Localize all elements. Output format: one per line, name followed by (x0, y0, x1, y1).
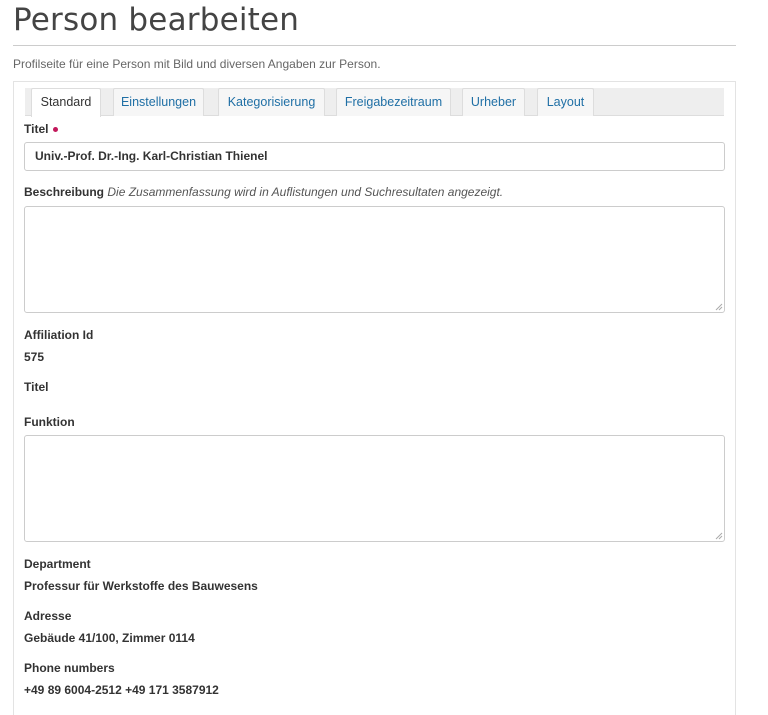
resize-grip-icon[interactable] (715, 303, 723, 311)
tab-bar: Standard Einstellungen Kategorisierung F… (25, 88, 724, 117)
titel2-label: Titel (24, 380, 49, 394)
beschreibung-label-text: Beschreibung (24, 185, 105, 199)
titel-label-text: Titel (24, 122, 49, 136)
required-indicator (53, 127, 59, 132)
page-title: Person bearbeiten (13, 2, 300, 38)
tab-einstellungen[interactable]: Einstellungen (113, 88, 204, 116)
tab-urheber[interactable]: Urheber (462, 88, 525, 116)
department-value: Professur für Werkstoffe des Bauwesens (24, 579, 258, 593)
tab-standard[interactable]: Standard (31, 88, 101, 117)
titel-input[interactable]: Univ.-Prof. Dr.-Ing. Karl-Christian Thie… (24, 142, 725, 171)
tab-kategorisierung[interactable]: Kategorisierung (218, 88, 325, 116)
funktion-label: Funktion (24, 415, 75, 429)
adresse-label: Adresse (24, 609, 72, 623)
beschreibung-textarea[interactable] (24, 206, 725, 313)
page-description: Profilseite für eine Person mit Bild und… (13, 57, 381, 71)
tab-freigabezeitraum[interactable]: Freigabezeitraum (336, 88, 451, 116)
tab-layout[interactable]: Layout (537, 88, 594, 116)
beschreibung-hint: Die Zusammenfassung wird in Auflistungen… (107, 185, 504, 199)
resize-grip-icon[interactable] (715, 532, 723, 540)
funktion-textarea[interactable] (24, 435, 725, 542)
edit-panel: Standard Einstellungen Kategorisierung F… (13, 81, 736, 715)
affiliation-label: Affiliation Id (24, 328, 94, 342)
affiliation-value: 575 (24, 350, 45, 364)
department-label: Department (24, 557, 91, 571)
beschreibung-label: Beschreibung Die Zusammenfassung wird in… (24, 185, 503, 199)
phone-value: +49 89 6004-2512 +49 171 3587912 (24, 683, 219, 697)
title-divider (13, 45, 736, 46)
titel-label: Titel (24, 122, 59, 136)
adresse-value: Gebäude 41/100, Zimmer 0114 (24, 631, 195, 645)
phone-label: Phone numbers (24, 661, 115, 675)
